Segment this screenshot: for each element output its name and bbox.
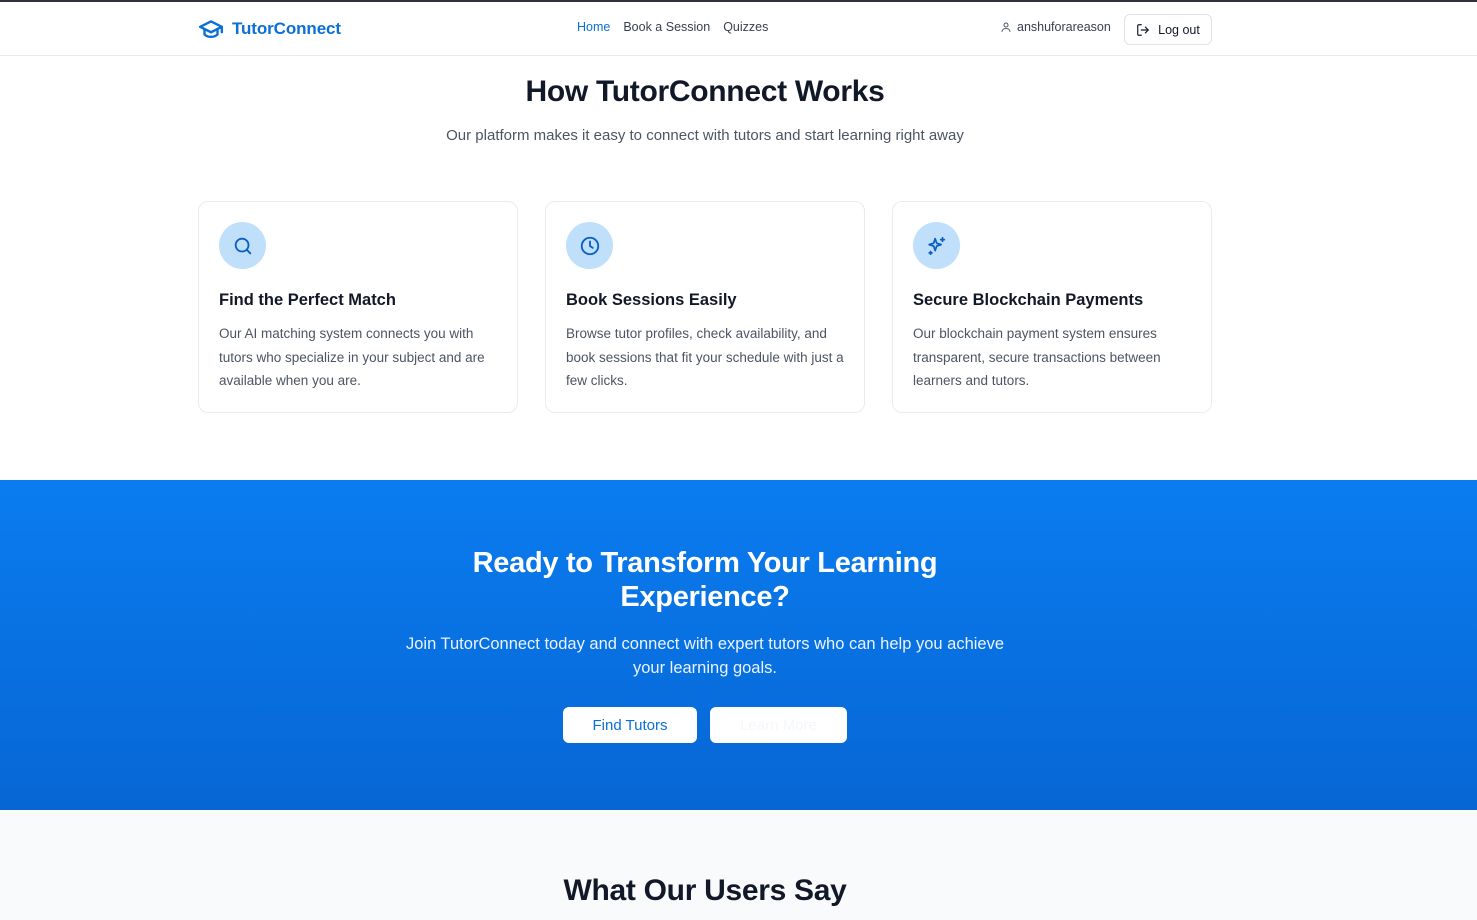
feature-card-blockchain-payments: Secure Blockchain Payments Our blockchai… xyxy=(892,201,1212,413)
cta-title: Ready to Transform Your Learning Experie… xyxy=(0,546,1410,614)
feature-card-book-sessions: Book Sessions Easily Browse tutor profil… xyxy=(545,201,865,413)
feature-description: Browse tutor profiles, check availabilit… xyxy=(566,326,844,388)
testimonials-section: What Our Users Say xyxy=(0,810,1477,920)
user-info[interactable]: anshuforareason xyxy=(1000,20,1111,34)
learn-more-button[interactable]: Learn More xyxy=(710,707,847,743)
find-tutors-button[interactable]: Find Tutors xyxy=(563,707,697,743)
brand-link[interactable]: TutorConnect xyxy=(198,16,341,42)
main-nav: Home Book a Session Quizzes xyxy=(577,20,768,34)
clock-icon xyxy=(580,236,599,255)
how-it-works-subtitle: Our platform makes it easy to connect wi… xyxy=(446,127,964,144)
feature-icon-wrap xyxy=(219,222,266,269)
user-icon xyxy=(1001,22,1011,32)
nav-link-quizzes[interactable]: Quizzes xyxy=(723,20,768,34)
brand-name: TutorConnect xyxy=(232,19,341,38)
cta-title-text: Ready to Transform Your Learning Experie… xyxy=(472,547,938,613)
username: anshuforareason xyxy=(1017,20,1111,34)
nav-link-home[interactable]: Home xyxy=(577,20,610,34)
feature-title: Find the Perfect Match xyxy=(219,291,396,309)
logout-label: Log out xyxy=(1158,22,1200,37)
testimonials-title: What Our Users Say xyxy=(563,874,847,907)
cta-section: Ready to Transform Your Learning Experie… xyxy=(0,480,1477,810)
graduation-cap-icon xyxy=(198,20,224,39)
feature-card-find-match: Find the Perfect Match Our AI matching s… xyxy=(198,201,518,413)
feature-icon-wrap xyxy=(566,222,613,269)
feature-description: Our blockchain payment system ensures tr… xyxy=(913,326,1161,388)
sparkles-icon xyxy=(927,236,945,255)
how-it-works-title: How TutorConnect Works xyxy=(525,75,885,108)
cta-text: Join TutorConnect today and connect with… xyxy=(405,635,1005,677)
feature-title: Secure Blockchain Payments xyxy=(913,291,1144,309)
nav-link-book-session[interactable]: Book a Session xyxy=(623,20,710,34)
navbar: TutorConnect Home Book a Session Quizzes… xyxy=(0,2,1477,56)
feature-description: Our AI matching system connects you with… xyxy=(219,326,485,388)
log-out-icon xyxy=(1137,23,1149,36)
search-icon xyxy=(234,237,251,254)
logout-button[interactable]: Log out xyxy=(1124,14,1212,45)
feature-icon-wrap xyxy=(913,222,960,269)
feature-title: Book Sessions Easily xyxy=(566,291,737,309)
